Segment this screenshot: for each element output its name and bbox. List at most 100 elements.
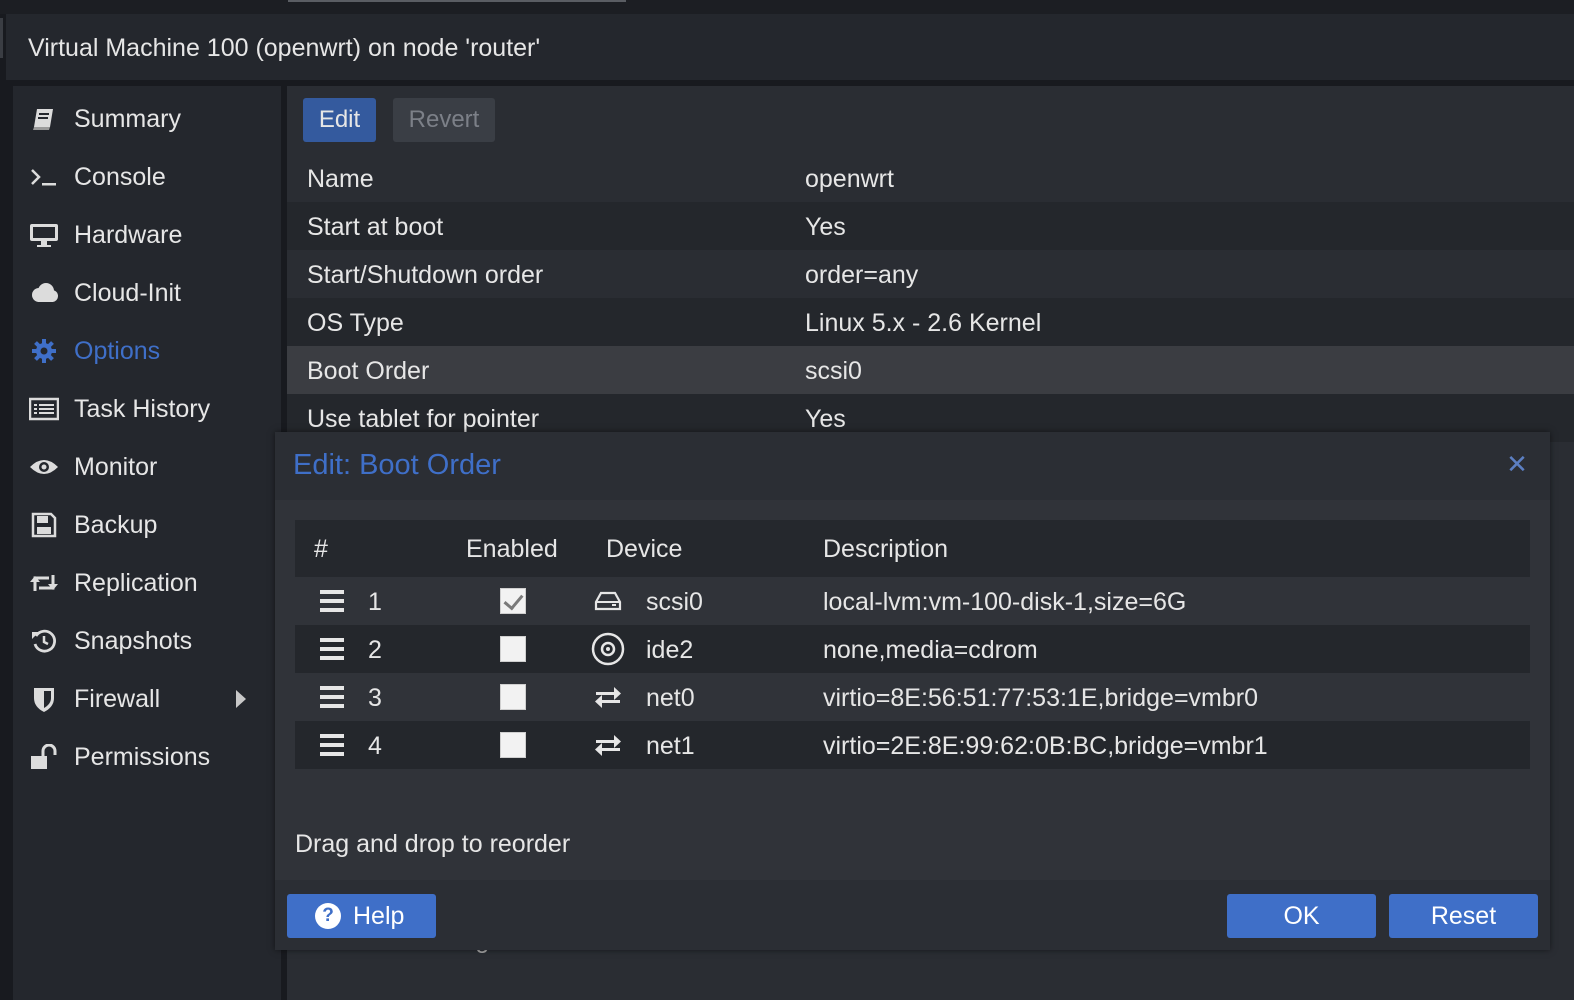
column-header-description[interactable]: Description [823,535,948,564]
unlock-icon [29,743,59,771]
boot-device-row[interactable]: 4 net1 virtio=2E:8E:99:62:0B:BC,bridge=v… [295,721,1530,769]
device-name: net0 [646,684,695,712]
cloud-icon [29,279,59,307]
sidebar-item-label: Monitor [74,452,158,481]
enabled-checkbox[interactable] [500,588,526,614]
sidebar-item-label: Hardware [74,220,183,249]
option-key: Boot Order [307,357,430,385]
left-edge-marker [0,18,3,58]
sidebar-item-backup[interactable]: Backup [13,499,281,551]
option-value: order=any [805,261,919,289]
option-value: scsi0 [805,357,862,385]
gear-icon [29,337,59,365]
dialog-body: # Enabled Device Description 1 scsi0 loc… [275,500,1550,880]
sidebar-item-task-history[interactable]: Task History [13,383,281,435]
boot-device-row[interactable]: 3 net0 virtio=8E:56:51:77:53:1E,bridge=v… [295,673,1530,721]
device-description: virtio=8E:56:51:77:53:1E,bridge=vmbr0 [823,684,1258,712]
toolbar: Edit Revert [287,86,1574,154]
sidebar-item-label: Options [74,336,161,365]
history-icon [29,627,59,655]
device-description: virtio=2E:8E:99:62:0B:BC,bridge=vmbr1 [823,732,1268,760]
drag-handle-icon[interactable] [320,590,344,612]
sidebar-item-summary[interactable]: Summary [13,93,281,145]
expand-arrow-icon[interactable] [236,690,246,708]
enabled-checkbox[interactable] [500,684,526,710]
sidebar-item-snapshots[interactable]: Snapshots [13,615,281,667]
list-icon [29,395,59,423]
option-row[interactable]: OS Type Linux 5.x - 2.6 Kernel [287,298,1574,346]
column-header-num[interactable]: # [314,535,328,564]
reset-button[interactable]: Reset [1389,894,1538,938]
device-name: net1 [646,732,695,760]
edit-button[interactable]: Edit [303,98,376,142]
sidebar-item-options[interactable]: Options [13,325,281,377]
sidebar: Summary Console Hardware Cloud-Init Opti… [13,86,281,1000]
grid-header: # Enabled Device Description [295,520,1530,577]
sidebar-item-label: Console [74,162,166,191]
sidebar-item-label: Task History [74,394,211,423]
boot-device-row[interactable]: 1 scsi0 local-lvm:vm-100-disk-1,size=6G [295,577,1530,625]
option-row-selected[interactable]: Boot Order scsi0 [287,346,1574,394]
boot-position: 4 [368,732,382,760]
dialog-header[interactable]: Edit: Boot Order ✕ [275,432,1550,500]
enabled-checkbox[interactable] [500,636,526,662]
sidebar-item-replication[interactable]: Replication [13,557,281,609]
ok-button[interactable]: OK [1227,894,1376,938]
reorder-hint: Drag and drop to reorder [295,830,571,858]
sidebar-item-label: Summary [74,104,181,133]
option-key: Start/Shutdown order [307,261,544,289]
boot-position: 3 [368,684,382,712]
option-value: Yes [805,213,846,241]
option-key: Use tablet for pointer [307,405,540,433]
column-header-device[interactable]: Device [606,535,682,564]
enabled-checkbox[interactable] [500,732,526,758]
option-row[interactable]: Start/Shutdown order order=any [287,250,1574,298]
device-description: none,media=cdrom [823,636,1038,664]
option-row[interactable]: Name openwrt [287,154,1574,202]
top-tab-strip [0,0,1574,14]
option-row[interactable]: Start at boot Yes [287,202,1574,250]
boot-position: 2 [368,636,382,664]
drag-handle-icon[interactable] [320,638,344,660]
device-name: ide2 [646,636,694,664]
floppy-icon [29,511,59,539]
revert-button[interactable]: Revert [393,98,495,142]
sidebar-item-permissions[interactable]: Permissions [13,731,281,783]
sidebar-item-label: Backup [74,510,158,539]
boot-position: 1 [368,588,382,616]
option-value: Linux 5.x - 2.6 Kernel [805,309,1042,337]
panel-title-bar: Virtual Machine 100 (openwrt) on node 'r… [6,14,1574,80]
exchange-icon [591,683,625,711]
column-header-enabled[interactable]: Enabled [466,535,558,564]
dialog-footer: ? Help OK Reset [275,880,1550,950]
sidebar-item-monitor[interactable]: Monitor [13,441,281,493]
hdd-icon [591,587,625,615]
active-tab-indicator [288,0,626,2]
book-icon [29,105,59,133]
option-key: OS Type [307,309,404,337]
sidebar-item-label: Permissions [74,742,211,771]
sidebar-item-hardware[interactable]: Hardware [13,209,281,261]
question-circle-icon: ? [315,903,341,929]
drag-handle-icon[interactable] [320,686,344,708]
boot-order-dialog: Edit: Boot Order ✕ # Enabled Device Desc… [275,432,1550,950]
option-value: Yes [805,405,846,433]
option-key: Start at boot [307,213,444,241]
sidebar-item-label: Cloud-Init [74,278,181,307]
option-value: openwrt [805,165,894,193]
boot-device-row[interactable]: 2 ide2 none,media=cdrom [295,625,1530,673]
dialog-title: Edit: Boot Order [293,449,501,481]
option-key: Name [307,165,374,193]
sidebar-item-firewall[interactable]: Firewall [13,673,281,725]
help-button[interactable]: ? Help [287,894,436,938]
close-icon[interactable]: ✕ [1505,451,1529,477]
terminal-icon [29,163,59,191]
drag-handle-icon[interactable] [320,734,344,756]
help-button-label: Help [353,902,405,930]
sidebar-item-cloud-init[interactable]: Cloud-Init [13,267,281,319]
sidebar-item-label: Replication [74,568,198,597]
sidebar-item-console[interactable]: Console [13,151,281,203]
exchange-icon [591,731,625,759]
device-name: scsi0 [646,588,703,616]
retweet-icon [29,569,59,597]
